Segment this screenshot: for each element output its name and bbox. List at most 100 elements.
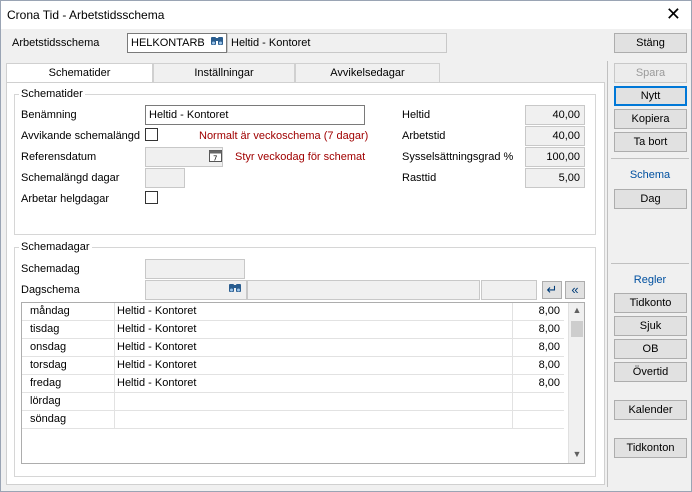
svg-text:7: 7 (213, 155, 217, 163)
table-row[interactable]: onsdag Heltid - Kontoret 8,00 (22, 339, 564, 357)
dag-button[interactable]: Dag (614, 189, 687, 209)
heltid-value: 40,00 (525, 105, 585, 125)
row-day: söndag (30, 413, 67, 425)
row-hours: 8,00 (538, 305, 560, 317)
row-hours: 8,00 (538, 359, 560, 371)
schemalangd-input[interactable] (145, 168, 185, 188)
sysselsattning-value: 100,00 (525, 147, 585, 167)
side-separator (611, 263, 689, 264)
column-divider (114, 321, 115, 339)
scroll-up-icon[interactable]: ▲ (569, 305, 584, 315)
ta-bort-button[interactable]: Ta bort (614, 132, 687, 152)
table-row[interactable]: torsdag Heltid - Kontoret 8,00 (22, 357, 564, 375)
schema-section-heading: Schema (629, 169, 671, 181)
schemadag-input[interactable] (145, 259, 245, 279)
avvikande-checkbox[interactable] (145, 128, 158, 141)
dagschema-name-display (247, 280, 480, 300)
tab-panel: Schematider Benämning Heltid - Kontoret … (6, 82, 605, 485)
tidkonton-button[interactable]: Tidkonton (614, 438, 687, 458)
title-bar: Crona Tid - Arbetstidsschema ✕ (1, 1, 691, 29)
kopiera-button[interactable]: Kopiera (614, 109, 687, 129)
column-divider (512, 321, 513, 339)
helgdagar-label: Arbetar helgdagar (21, 193, 110, 205)
helgdagar-checkbox[interactable] (145, 191, 158, 204)
table-row[interactable]: lördag (22, 393, 564, 411)
column-divider (512, 411, 513, 429)
nytt-button[interactable]: Nytt (614, 86, 687, 106)
calendar-icon[interactable]: 7 (207, 149, 223, 165)
referensdatum-label: Referensdatum (21, 151, 97, 163)
scroll-down-icon[interactable]: ▼ (569, 449, 584, 459)
tab-avvikelsedagar[interactable]: Avvikelsedagar (295, 63, 440, 83)
arbetstid-label: Arbetstid (402, 130, 446, 142)
row-hours: 8,00 (538, 323, 560, 335)
enter-arrow-icon[interactable]: ↵ (542, 281, 562, 299)
schematider-legend: Schematider (21, 88, 83, 100)
schemalangd-label: Schemalängd dagar (21, 172, 120, 184)
row-day: torsdag (30, 359, 67, 371)
row-day: fredag (30, 377, 62, 389)
row-dagschema: Heltid - Kontoret (117, 359, 197, 371)
schemadag-label: Schemadag (21, 263, 80, 275)
window-title: Crona Tid - Arbetstidsschema (7, 8, 165, 22)
row-dagschema: Heltid - Kontoret (117, 341, 197, 353)
column-divider (512, 357, 513, 375)
referensdatum-note: Styr veckodag för schemat (235, 151, 366, 163)
column-divider (114, 393, 115, 411)
ob-button[interactable]: OB (614, 339, 687, 359)
column-divider (512, 393, 513, 411)
row-day: måndag (30, 305, 70, 317)
tab-installningar[interactable]: Inställningar (153, 63, 295, 83)
row-hours: 8,00 (538, 377, 560, 389)
dagschema-hours-display (481, 280, 537, 300)
binoculars-icon[interactable] (209, 35, 225, 51)
benamning-value: Heltid - Kontoret (149, 109, 229, 121)
column-divider (114, 303, 115, 321)
column-divider (512, 303, 513, 321)
overtid-button[interactable]: Övertid (614, 362, 687, 382)
table-row[interactable]: måndag Heltid - Kontoret 8,00 (22, 303, 564, 321)
binoculars-icon[interactable] (227, 282, 243, 298)
scrollbar-thumb[interactable] (571, 321, 583, 337)
table-scrollbar[interactable]: ▲ ▼ (568, 303, 584, 463)
row-dagschema: Heltid - Kontoret (117, 323, 197, 335)
arbetstid-value: 40,00 (525, 126, 585, 146)
tidkonto-button[interactable]: Tidkonto (614, 293, 687, 313)
avvikande-note: Normalt är veckoschema (7 dagar) (199, 130, 369, 142)
column-divider (512, 339, 513, 357)
rasttid-value: 5,00 (525, 168, 585, 188)
double-chevron-left-icon[interactable]: « (565, 281, 585, 299)
close-window-icon[interactable]: ✕ (666, 4, 681, 24)
side-panel-divider (607, 61, 608, 487)
schema-label: Arbetstidsschema (12, 37, 100, 49)
row-day: lördag (30, 395, 61, 407)
column-divider (114, 411, 115, 429)
schemadagar-table: måndag Heltid - Kontoret 8,00 tisdag Heltid … (21, 302, 585, 464)
regler-section-heading: Regler (633, 274, 667, 286)
close-button[interactable]: Stäng (614, 33, 687, 53)
schema-name-display: Heltid - Kontoret (227, 33, 447, 53)
table-row[interactable]: söndag (22, 411, 564, 429)
column-divider (114, 357, 115, 375)
column-divider (114, 375, 115, 393)
table-row[interactable]: fredag Heltid - Kontoret 8,00 (22, 375, 564, 393)
spara-button[interactable]: Spara (614, 63, 687, 83)
avvikande-label: Avvikande schemalängd (21, 130, 141, 142)
benamning-input[interactable]: Heltid - Kontoret (145, 105, 365, 125)
schemadagar-legend: Schemadagar (21, 241, 90, 253)
sysselsattning-label: Sysselsättningsgrad % (402, 151, 514, 163)
sjuk-button[interactable]: Sjuk (614, 316, 687, 336)
column-divider (114, 339, 115, 357)
row-dagschema: Heltid - Kontoret (117, 305, 197, 317)
heltid-label: Heltid (402, 109, 431, 121)
schema-name-value: Heltid - Kontoret (231, 37, 311, 49)
row-dagschema: Heltid - Kontoret (117, 377, 197, 389)
column-divider (512, 375, 513, 393)
rasttid-label: Rasttid (402, 172, 437, 184)
dagschema-label: Dagschema (21, 284, 80, 296)
schema-code-value: HELKONTARB (131, 37, 205, 49)
benamning-label: Benämning (21, 109, 77, 121)
row-day: tisdag (30, 323, 60, 335)
kalender-button[interactable]: Kalender (614, 400, 687, 420)
table-row[interactable]: tisdag Heltid - Kontoret 8,00 (22, 321, 564, 339)
